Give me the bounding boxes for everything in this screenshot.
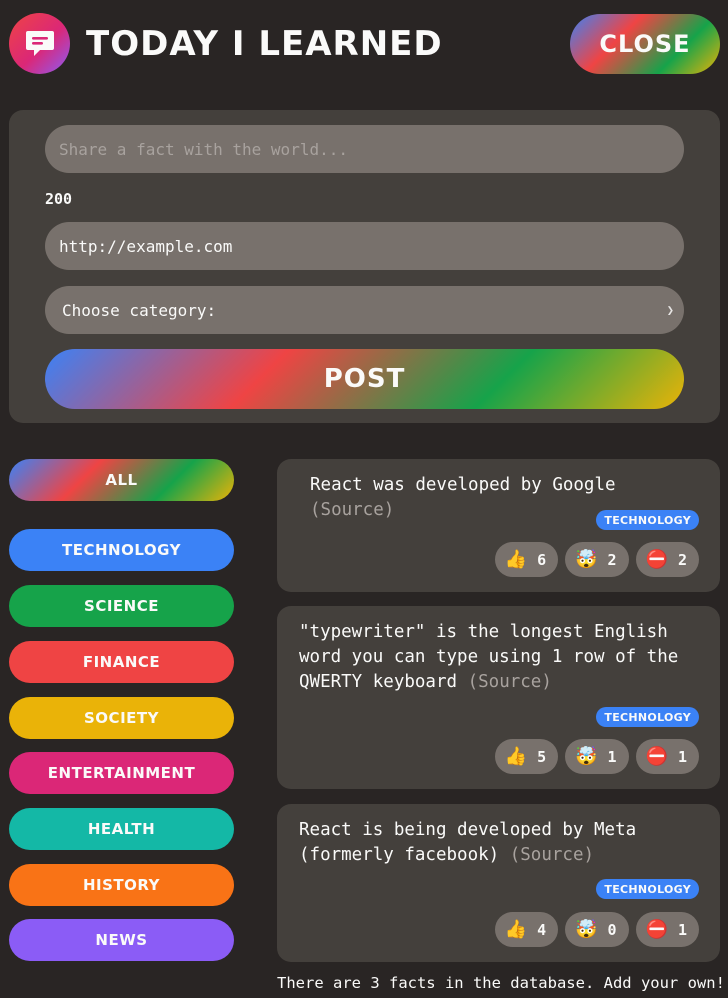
facts-count-message: There are 3 facts in the database. Add y… <box>277 974 725 992</box>
app-logo <box>9 13 70 74</box>
category-entertainment-button[interactable]: ENTERTAINMENT <box>9 752 234 794</box>
vote-count: 1 <box>607 747 617 766</box>
vote-false-button[interactable]: ⛔️ 1 <box>635 739 699 774</box>
fact-card: React was developed by Google (Source) T… <box>277 459 720 592</box>
category-finance-button[interactable]: FINANCE <box>9 641 234 683</box>
fact-card: React is being developed by Meta (former… <box>277 804 720 962</box>
no-entry-icon: ⛔️ <box>645 746 668 767</box>
category-tag: TECHNOLOGY <box>596 510 699 530</box>
vote-count: 0 <box>607 920 617 939</box>
no-entry-icon: ⛔️ <box>645 919 668 940</box>
fact-card: "typewriter" is the longest English word… <box>277 606 720 789</box>
category-history-button[interactable]: HISTORY <box>9 864 234 906</box>
vote-buttons: 👍 4 🤯 0 ⛔️ 1 <box>494 912 699 947</box>
vote-mindblowing-button[interactable]: 🤯 2 <box>565 542 629 577</box>
header: TODAY I LEARNED CLOSE <box>9 13 720 75</box>
source-link[interactable]: (Source) <box>510 845 594 865</box>
vote-mindblowing-button[interactable]: 🤯 0 <box>565 912 629 947</box>
fact-text: "typewriter" is the longest English word… <box>299 620 698 695</box>
char-count: 200 <box>45 190 73 208</box>
vote-interesting-button[interactable]: 👍 5 <box>494 739 559 774</box>
category-news-button[interactable]: NEWS <box>9 919 234 961</box>
vote-buttons: 👍 6 🤯 2 ⛔️ 2 <box>494 542 699 577</box>
vote-count: 1 <box>677 920 687 939</box>
post-button[interactable]: POST <box>45 349 684 409</box>
vote-false-button[interactable]: ⛔️ 2 <box>635 542 699 577</box>
no-entry-icon: ⛔️ <box>645 549 668 570</box>
chevron-down-icon: ❯ <box>666 303 674 317</box>
category-technology-button[interactable]: TECHNOLOGY <box>9 529 234 571</box>
app-title: TODAY I LEARNED <box>86 24 443 64</box>
category-select[interactable]: Choose category: ❯ <box>45 286 684 334</box>
vote-count: 6 <box>537 550 547 569</box>
vote-count: 5 <box>537 747 547 766</box>
source-url-input[interactable]: http://example.com <box>45 222 684 270</box>
vote-count: 4 <box>537 920 547 939</box>
category-society-button[interactable]: SOCIETY <box>9 697 234 739</box>
exploding-head-icon: 🤯 <box>575 919 598 940</box>
close-button[interactable]: CLOSE <box>570 14 720 74</box>
category-health-button[interactable]: HEALTH <box>9 808 234 850</box>
new-fact-form: Share a fact with the world... 200 http:… <box>9 110 720 423</box>
thumbs-up-icon: 👍 <box>504 919 528 940</box>
fact-text: React is being developed by Meta (former… <box>299 818 698 868</box>
thumbs-up-icon: 👍 <box>504 549 528 570</box>
exploding-head-icon: 🤯 <box>575 549 598 570</box>
vote-mindblowing-button[interactable]: 🤯 1 <box>565 739 629 774</box>
category-tag: TECHNOLOGY <box>596 879 699 899</box>
category-science-button[interactable]: SCIENCE <box>9 585 234 627</box>
vote-false-button[interactable]: ⛔️ 1 <box>635 912 699 947</box>
chat-bubble-icon <box>26 31 54 56</box>
category-select-value: Choose category: <box>62 300 217 320</box>
exploding-head-icon: 🤯 <box>575 746 598 767</box>
vote-count: 2 <box>607 550 617 569</box>
thumbs-up-icon: 👍 <box>504 746 528 767</box>
source-link[interactable]: (Source) <box>468 672 552 692</box>
vote-interesting-button[interactable]: 👍 6 <box>494 542 559 577</box>
vote-buttons: 👍 5 🤯 1 ⛔️ 1 <box>494 739 699 774</box>
fact-statement: React was developed by Google <box>310 475 616 495</box>
vote-count: 1 <box>677 747 687 766</box>
category-all-button[interactable]: ALL <box>9 459 234 501</box>
fact-text-input[interactable]: Share a fact with the world... <box>45 125 684 173</box>
source-link[interactable]: (Source) <box>310 500 394 520</box>
category-tag: TECHNOLOGY <box>596 707 699 727</box>
vote-interesting-button[interactable]: 👍 4 <box>494 912 559 947</box>
vote-count: 2 <box>677 550 687 569</box>
